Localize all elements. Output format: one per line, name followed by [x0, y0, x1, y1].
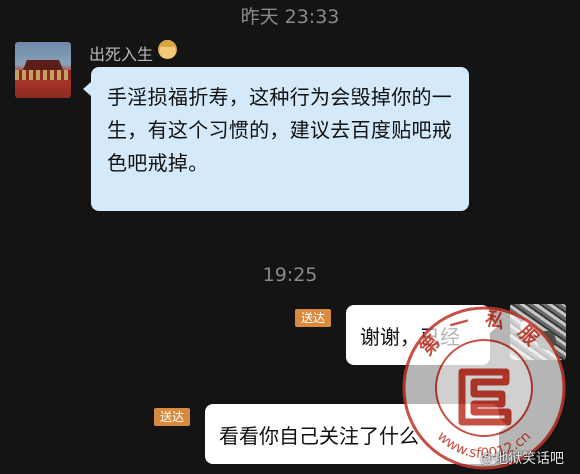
chat-window: 昨天 23:33 出死入生 手淫损福折寿，这种行为会毁掉你的一生，有这个习惯的，… [0, 0, 580, 474]
timestamp: 昨天 23:33 [240, 6, 340, 28]
timestamp: 19:25 [262, 264, 318, 286]
sender-avatar[interactable] [15, 42, 71, 98]
avatar-gate-wall [15, 70, 71, 80]
sender-name[interactable]: 出死入生 [89, 41, 153, 65]
delivered-badge: 送达 [295, 309, 332, 327]
incoming-message-bubble[interactable]: 手淫损福折寿，这种行为会毁掉你的一生，有这个习惯的，建议去百度贴吧戒色吧戒掉。 [83, 67, 469, 211]
incoming-message-text: 手淫损福折寿，这种行为会毁掉你的一生，有这个习惯的，建议去百度贴吧戒色吧戒掉。 [107, 85, 453, 175]
avatar-gate-roof [23, 60, 63, 70]
delivered-badge: 送达 [154, 408, 191, 426]
baby-face-icon [158, 40, 177, 59]
outgoing-message-text: 看看你自己关注了什么 [219, 424, 419, 448]
source-watermark-text: @地狱笑话吧 [480, 451, 564, 467]
